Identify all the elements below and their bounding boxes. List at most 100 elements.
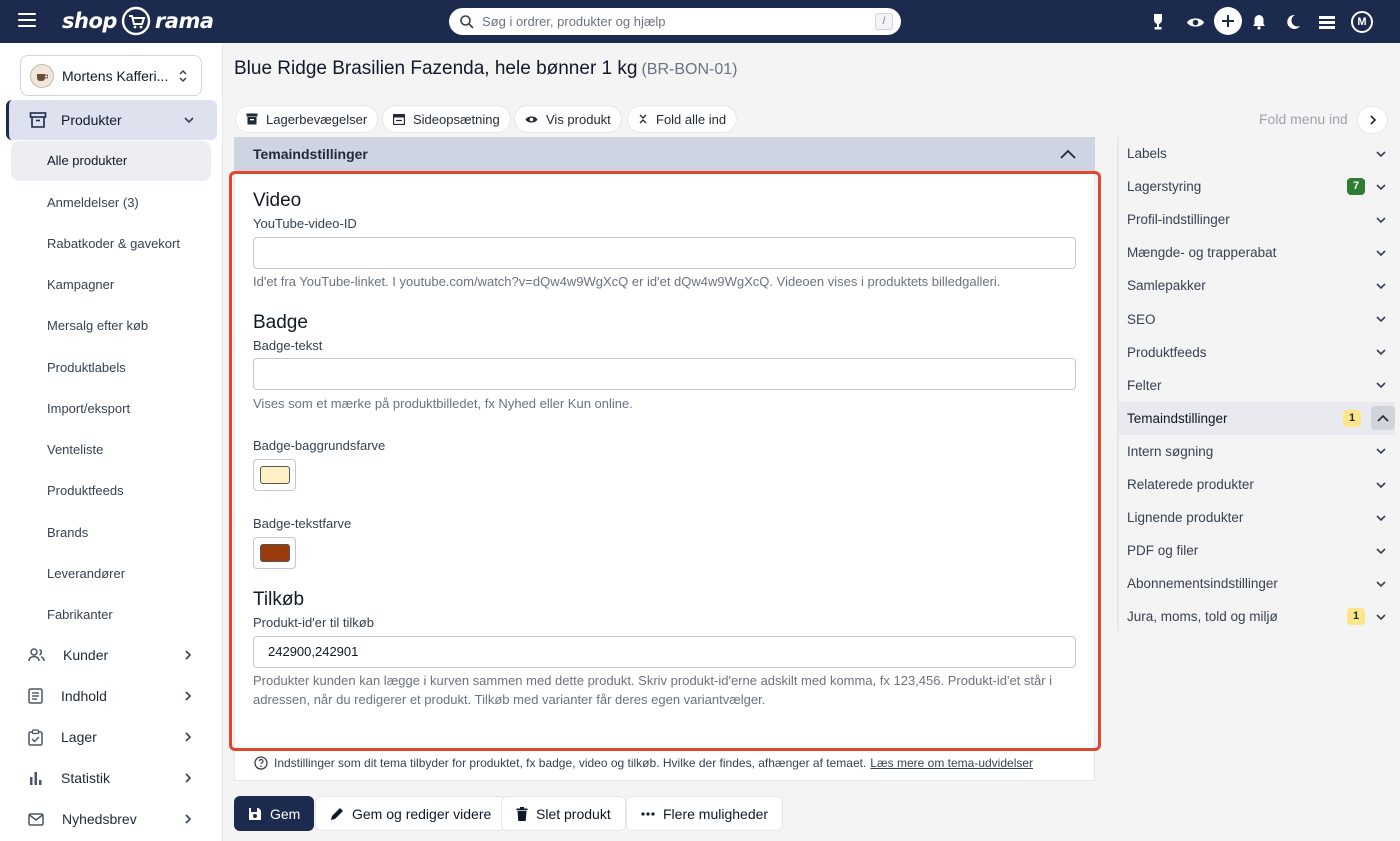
trophy-icon[interactable] — [1145, 9, 1171, 35]
search-input[interactable]: Søg i ordrer, produkter og hjælp — [482, 14, 875, 29]
theme-extensions-link[interactable]: Læs mere om tema-udvidelser — [870, 756, 1033, 770]
nav-item-campaigns[interactable]: Kampagner — [47, 277, 114, 292]
shop-logo[interactable]: shop rama — [62, 5, 214, 37]
delete-product-button[interactable]: Slet produkt — [501, 796, 626, 831]
section-menu-item[interactable]: PDF og filer — [1127, 534, 1393, 567]
store-selector[interactable]: Mortens Kafferi... — [20, 55, 202, 96]
nav-item-product-labels[interactable]: Produktlabels — [47, 360, 126, 375]
chevron-down-icon — [1376, 448, 1386, 455]
save-continue-button[interactable]: Gem og rediger videre — [315, 796, 507, 831]
section-menu-item[interactable]: Relaterede produkter — [1127, 468, 1393, 501]
avatar[interactable]: M — [1351, 11, 1373, 33]
nav-item-reviews[interactable]: Anmeldelser (3) — [47, 195, 139, 210]
nav-item-manufacturers[interactable]: Fabrikanter — [47, 607, 113, 622]
chevron-down-icon — [1376, 614, 1386, 621]
chevron-down-icon — [1376, 581, 1386, 587]
fold-menu-label[interactable]: Fold menu ind — [1259, 111, 1348, 127]
fold-menu-button[interactable] — [1357, 106, 1388, 134]
section-menu-label: Temaindstillinger — [1127, 410, 1228, 426]
section-menu-item[interactable]: Profil-indstillinger — [1127, 203, 1393, 236]
nav-item-import-export[interactable]: Import/eksport — [47, 401, 130, 416]
chevron-right-icon — [185, 773, 192, 783]
more-options-button[interactable]: Flere muligheder — [626, 796, 784, 831]
save-label: Gem — [270, 805, 301, 822]
count-badge: 7 — [1347, 178, 1365, 196]
more-label: Flere muligheder — [663, 805, 769, 822]
more-icon — [641, 811, 655, 816]
chevron-up-icon — [1060, 149, 1076, 159]
chevron-down-icon — [1376, 283, 1386, 290]
eye-icon[interactable] — [1182, 9, 1208, 35]
chevron-up-icon[interactable] — [1371, 406, 1395, 431]
theme-settings-header[interactable]: Temaindstillinger — [234, 137, 1095, 171]
logo-text-left: shop — [62, 9, 117, 33]
nav-item-product-feeds[interactable]: Produktfeeds — [47, 483, 124, 498]
document-icon — [28, 688, 43, 704]
section-menu-item[interactable]: Labels — [1127, 137, 1393, 170]
section-menu-item[interactable]: Felter — [1127, 369, 1393, 402]
menu-icon[interactable] — [18, 13, 36, 29]
highlight-frame — [229, 171, 1101, 751]
count-badge: 1 — [1343, 409, 1361, 427]
section-menu-item[interactable]: Produktfeeds — [1127, 336, 1393, 369]
nav-item-suppliers[interactable]: Leverandører — [47, 566, 125, 581]
archive-icon — [246, 113, 258, 125]
nav-item-label: Statistik — [61, 770, 111, 786]
nav-item-upsell[interactable]: Mersalg efter køb — [47, 318, 148, 333]
bar-chart-icon — [30, 772, 42, 785]
section-menu-item[interactable]: Lignende produkter — [1127, 501, 1393, 534]
section-menu-item[interactable]: Mængde- og trapperabat — [1127, 236, 1393, 269]
page-setup-button[interactable]: Sideopsætning — [382, 105, 511, 133]
nav-item-label: Kunder — [63, 647, 109, 663]
section-menu-item[interactable]: Lagerstyring 7 — [1127, 170, 1393, 203]
chevron-down-icon — [1376, 184, 1386, 190]
add-button[interactable] — [1214, 7, 1242, 35]
nav-item-inventory[interactable]: Lager — [28, 727, 193, 747]
store-name: Mortens Kafferi... — [62, 67, 169, 84]
nav-item-waitlist[interactable]: Venteliste — [47, 442, 103, 457]
nav-item-discounts[interactable]: Rabatkoder & gavekort — [47, 236, 180, 251]
chevron-down-icon — [1376, 349, 1386, 356]
nav-item-content[interactable]: Indhold — [28, 686, 193, 706]
nav-item-statistics[interactable]: Statistik — [28, 768, 193, 788]
section-title: Temaindstillinger — [253, 146, 368, 162]
section-menu-label: Labels — [1127, 146, 1167, 161]
nav-item-customers[interactable]: Kunder — [28, 645, 193, 665]
chevron-down-icon — [1376, 548, 1386, 554]
section-menu-item[interactable]: Intern søgning — [1127, 435, 1393, 468]
moon-icon[interactable] — [1280, 9, 1306, 35]
bell-icon[interactable] — [1246, 9, 1272, 35]
section-menu-item[interactable]: Jura, moms, told og miljø 1 — [1127, 600, 1393, 633]
help-circle-icon — [254, 756, 268, 770]
nav-section-products[interactable]: Produkter — [6, 100, 217, 140]
section-menu-item[interactable]: Abonnementsindstillinger — [1127, 567, 1393, 600]
section-menu-label: Samlepakker — [1127, 278, 1206, 294]
chevron-right-icon — [185, 732, 192, 742]
save-continue-label: Gem og rediger videre — [352, 805, 492, 822]
storage-icon[interactable] — [1314, 9, 1340, 35]
pencil-icon — [331, 807, 343, 820]
section-menu-item[interactable]: Temaindstillinger 1 — [1119, 401, 1395, 435]
nav-item-all-products[interactable]: Alle produkter — [47, 153, 127, 168]
plus-icon — [1222, 15, 1234, 27]
nav-item-newsletter[interactable]: Nyhedsbrev — [28, 809, 193, 829]
section-menu-label: Intern søgning — [1127, 443, 1214, 459]
mail-icon — [28, 812, 44, 826]
section-menu-label: Relaterede produkter — [1127, 477, 1254, 492]
store-logo — [30, 63, 54, 88]
chevron-down-icon — [1376, 250, 1386, 256]
count-badge: 1 — [1347, 608, 1365, 626]
layout-icon — [393, 113, 405, 125]
search-bar[interactable]: Søg i ordrer, produkter og hjælp / — [449, 8, 901, 35]
save-button[interactable]: Gem — [234, 796, 315, 831]
section-menu-item[interactable]: Samlepakker — [1127, 269, 1393, 302]
collapse-all-button[interactable]: Fold alle ind — [627, 105, 738, 133]
chevron-down-icon — [1376, 515, 1386, 521]
nav-item-brands[interactable]: Brands — [47, 525, 88, 540]
section-menu-item[interactable]: SEO — [1127, 303, 1393, 336]
section-menu-label: Felter — [1127, 377, 1162, 393]
stock-movements-button[interactable]: Lagerbevægelser — [235, 105, 379, 133]
view-product-button[interactable]: Vis produkt — [514, 105, 622, 133]
section-menu-label: Lagerstyring — [1127, 179, 1202, 195]
nav-item-label: Nyhedsbrev — [62, 811, 137, 827]
